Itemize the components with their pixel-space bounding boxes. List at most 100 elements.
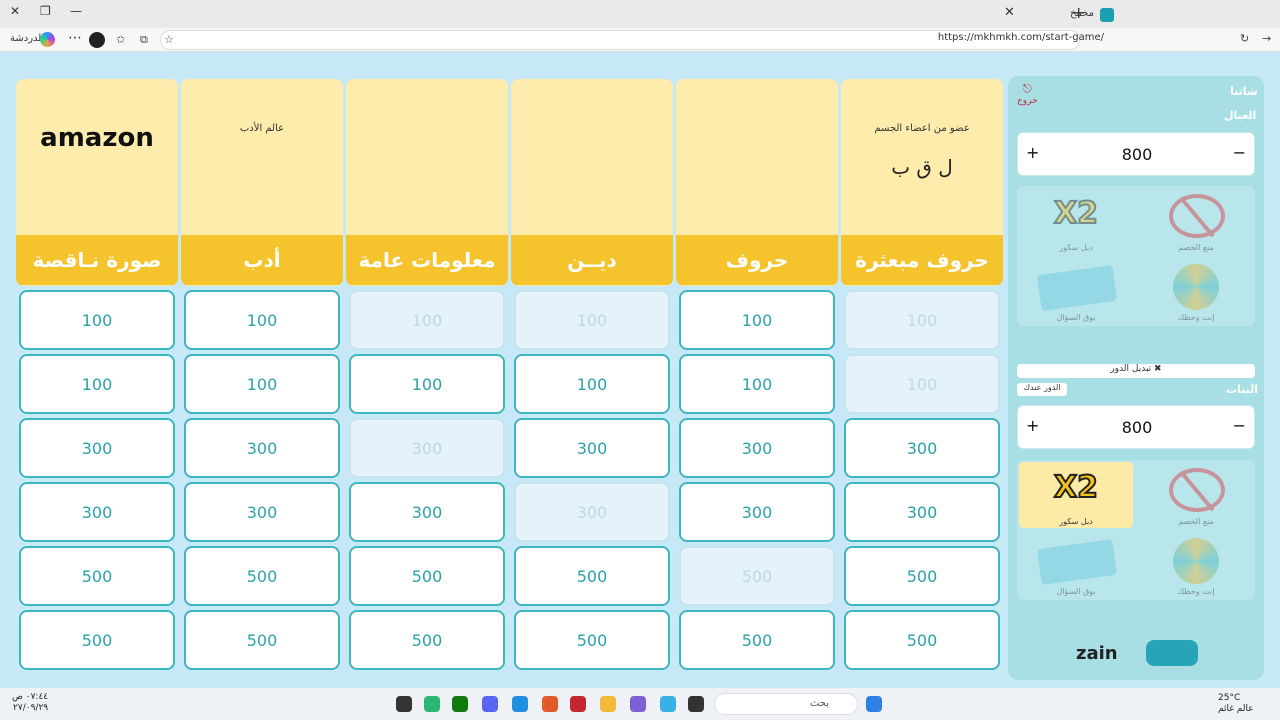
category-label: أدب	[181, 235, 343, 285]
question-cell[interactable]: 100	[679, 290, 835, 350]
restore-window-icon[interactable]: ❐	[40, 4, 51, 18]
tab-title: مخمخ	[1069, 8, 1094, 19]
category-image-caption: amazon	[40, 123, 154, 153]
copilot-icon[interactable]	[40, 32, 55, 47]
app-icon[interactable]	[424, 696, 440, 712]
team2-tools: X2 دبل سكور منع الخصم بوق السؤال إنت وحظ…	[1017, 460, 1255, 600]
team1-minus-button[interactable]: −	[1233, 143, 1246, 162]
copilot-taskbar-icon[interactable]	[660, 696, 676, 712]
double-score-icon: X2	[1053, 195, 1099, 232]
minimize-window-icon[interactable]: —	[70, 4, 82, 18]
browser-tab[interactable]: ✕ مخمخ	[1000, 2, 1120, 28]
category-image-letters: ل ق ب	[891, 155, 953, 179]
team1-tools: X2 دبل سكور منع الخصم بوق السؤال إنت وحظ…	[1017, 186, 1255, 326]
scroll-quill-image: عالم الأدب	[181, 79, 343, 235]
question-cell[interactable]: 100	[679, 354, 835, 414]
team1-double-score-tool[interactable]: X2 دبل سكور	[1019, 188, 1133, 254]
turn-badge: الدور عندك	[1017, 383, 1067, 396]
time-label: ٠٧:٤٤ ص	[12, 692, 49, 702]
close-window-icon[interactable]: ✕	[10, 4, 20, 18]
category-label: معلومات عامة	[346, 235, 508, 285]
app-icon[interactable]	[688, 696, 704, 712]
question-cell[interactable]: 500	[19, 546, 175, 606]
luck-wheel-label: إنت وحظك	[1177, 313, 1215, 322]
reload-icon[interactable]: ↻	[1240, 32, 1249, 45]
question-cell[interactable]: 300	[844, 418, 1000, 478]
question-cell[interactable]: 300	[19, 418, 175, 478]
question-cell[interactable]: 300	[844, 482, 1000, 542]
cards-label: بوق السؤال	[1056, 313, 1096, 322]
question-cell[interactable]: 300	[514, 418, 670, 478]
team1-score-box: + 800 −	[1017, 132, 1255, 176]
exit-button[interactable]: ⎋ خروج	[1017, 82, 1038, 106]
block-icon	[1169, 194, 1225, 238]
team2-double-score-tool[interactable]: X2 دبل سكور	[1019, 462, 1133, 528]
chat-button[interactable]: الدردشة	[10, 33, 44, 44]
question-cell[interactable]: 300	[184, 418, 340, 478]
question-cell[interactable]: 500	[844, 610, 1000, 670]
question-cell[interactable]: 300	[19, 482, 175, 542]
team1-luck-wheel-tool[interactable]: إنت وحظك	[1139, 258, 1253, 324]
weather-label: عالم غائم	[1218, 704, 1254, 714]
file-explorer-icon[interactable]	[600, 696, 616, 712]
question-cell[interactable]: 500	[184, 610, 340, 670]
luck-wheel-icon	[1173, 538, 1219, 584]
taskbar-search[interactable]: بحث	[714, 693, 858, 715]
discord-icon[interactable]	[482, 696, 498, 712]
team1-block-opponent-tool[interactable]: منع الخصم	[1139, 188, 1253, 254]
forward-icon[interactable]: →	[1262, 32, 1271, 45]
search-label: بحث	[809, 698, 829, 709]
question-cell[interactable]: 300	[349, 482, 505, 542]
url-text[interactable]: https://mkhmkh.com/start-game/	[938, 32, 1104, 43]
edge-icon[interactable]	[512, 696, 528, 712]
profile-avatar[interactable]	[89, 32, 105, 48]
question-cell[interactable]: 500	[514, 610, 670, 670]
app-icon[interactable]	[396, 696, 412, 712]
team1-cards-tool[interactable]: بوق السؤال	[1019, 258, 1133, 324]
acrobat-icon[interactable]	[570, 696, 586, 712]
app-icon[interactable]	[630, 696, 646, 712]
category-card: amazon صورة نـاقصة	[16, 79, 178, 286]
luck-wheel-icon	[1173, 264, 1219, 310]
question-cell[interactable]: 500	[844, 546, 1000, 606]
question-cell[interactable]: 500	[679, 610, 835, 670]
app-icon[interactable]	[542, 696, 558, 712]
question-cell[interactable]: 300	[679, 482, 835, 542]
question-cell[interactable]: 500	[349, 546, 505, 606]
favorites-star-icon[interactable]: ☆	[164, 33, 174, 46]
clock[interactable]: ٠٧:٤٤ ص ٢٧/٠٩/٢٩	[12, 692, 48, 714]
question-cell[interactable]: 100	[19, 354, 175, 414]
team2-minus-button[interactable]: −	[1233, 416, 1246, 435]
double-score-label: دبل سكور	[1059, 517, 1093, 526]
question-cell[interactable]: 300	[679, 418, 835, 478]
category-card: عالم الأدب أدب	[181, 79, 343, 286]
more-menu-icon[interactable]: ⋯	[68, 30, 82, 46]
category-label: ديــن	[511, 235, 673, 285]
block-label: منع الخصم	[1178, 243, 1214, 252]
question-cell[interactable]: 100	[184, 290, 340, 350]
weather-widget[interactable]: 25°C عالم غائم	[1218, 693, 1254, 715]
extensions-icon[interactable]: ⧉	[140, 33, 148, 47]
close-tab-icon[interactable]: ✕	[1004, 5, 1015, 20]
question-cell[interactable]: 100	[349, 354, 505, 414]
question-cell[interactable]: 100	[514, 354, 670, 414]
category-label: صورة نـاقصة	[16, 235, 178, 285]
question-cell[interactable]: 500	[19, 610, 175, 670]
question-cell[interactable]: 500	[514, 546, 670, 606]
switch-turn-label: تبديل الدور	[1110, 364, 1152, 374]
team2-cards-tool[interactable]: بوق السؤال	[1019, 532, 1133, 598]
team2-block-opponent-tool[interactable]: منع الخصم	[1139, 462, 1253, 528]
xbox-icon[interactable]	[452, 696, 468, 712]
collections-icon[interactable]: ✩	[116, 33, 125, 46]
team2-name: البنات	[1226, 383, 1259, 396]
question-cell[interactable]: 100	[184, 354, 340, 414]
start-icon[interactable]	[866, 696, 882, 712]
category-card: حروف	[676, 79, 838, 286]
category-card: ديــن	[511, 79, 673, 286]
question-cell[interactable]: 300	[184, 482, 340, 542]
question-cell[interactable]: 500	[184, 546, 340, 606]
switch-turn-button[interactable]: ✖ تبديل الدور	[1017, 364, 1255, 378]
team2-luck-wheel-tool[interactable]: إنت وحظك	[1139, 532, 1253, 598]
question-cell[interactable]: 500	[349, 610, 505, 670]
question-cell[interactable]: 100	[19, 290, 175, 350]
